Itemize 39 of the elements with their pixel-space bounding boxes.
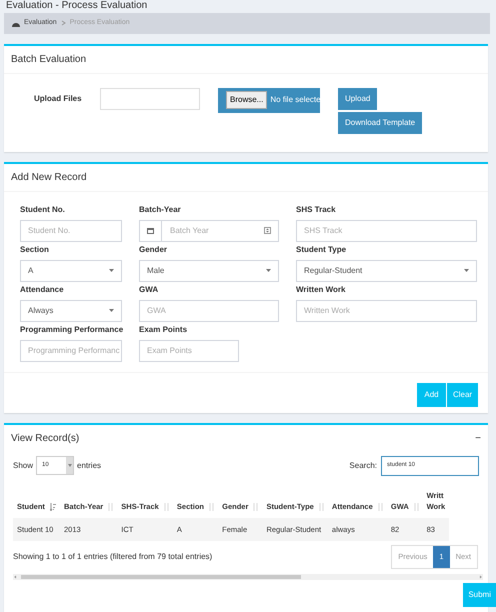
- field-label: GWA: [139, 284, 160, 296]
- field-label: Section: [20, 244, 50, 256]
- panel-title: Batch Evaluation: [11, 52, 86, 66]
- panel-title: Add New Record: [11, 170, 87, 184]
- select-field[interactable]: Always: [20, 300, 122, 322]
- calendar-icon: [147, 227, 154, 234]
- spinner-icon: [264, 227, 271, 234]
- page-title: Evaluation - Process Evaluation: [5, 0, 148, 11]
- field-label: Attendance: [20, 284, 65, 296]
- caret-icon: [464, 269, 469, 272]
- file-picker[interactable]: Browse... No file selecte: [218, 88, 320, 112]
- file-status-text: No file selecte: [270, 94, 320, 106]
- field-label: Written Work: [296, 284, 346, 296]
- collapse-button[interactable]: −: [475, 430, 481, 446]
- download-template-button[interactable]: Download Template: [338, 112, 422, 134]
- caret-icon: [109, 309, 114, 312]
- entries-label: entries: [77, 460, 102, 472]
- field-label: Exam Points: [139, 324, 188, 336]
- search-label: Search:: [349, 460, 377, 472]
- select-field[interactable]: Regular-Student: [296, 260, 477, 282]
- browse-button[interactable]: Browse...: [226, 91, 268, 109]
- field-label: Programming Performance: [20, 324, 122, 336]
- upload-button[interactable]: Upload: [338, 88, 378, 110]
- caret-icon: [266, 269, 271, 272]
- show-label: Show: [13, 460, 34, 472]
- select-field[interactable]: Male: [139, 260, 279, 282]
- select-field[interactable]: A: [20, 260, 122, 282]
- field-label: Student No.: [20, 204, 66, 216]
- panel-title: View Record(s): [11, 432, 80, 446]
- field-label: SHS Track: [296, 204, 337, 216]
- field-label: Batch-Year: [139, 204, 182, 216]
- field-label: Gender: [139, 244, 168, 256]
- file-name-field[interactable]: [100, 88, 200, 110]
- caret-icon: [68, 464, 72, 467]
- field-label: Upload Files: [34, 92, 83, 104]
- chevron-icon: [60, 20, 66, 26]
- field-label: Student Type: [296, 244, 348, 256]
- caret-icon: [109, 269, 114, 272]
- table-info-text: Showing 1 to 1 of 1 entries (filtered from 79 total entries): [13, 550, 212, 563]
